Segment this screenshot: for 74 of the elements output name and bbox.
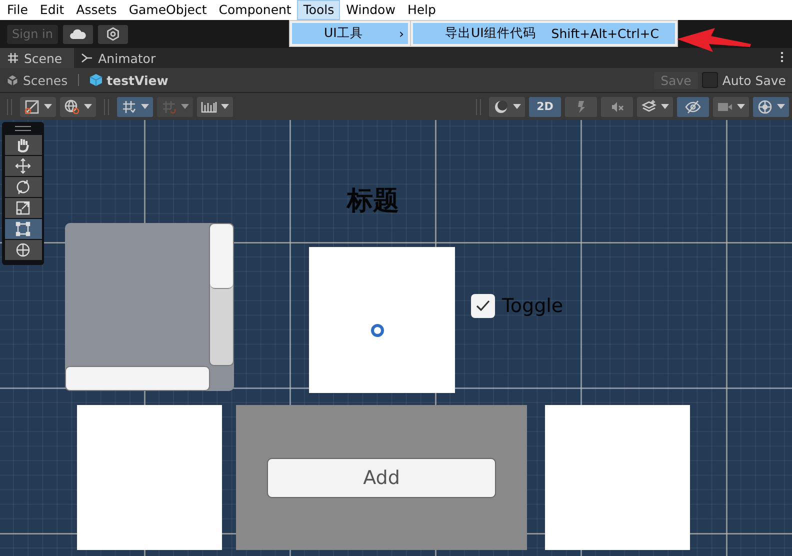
transform-icon xyxy=(15,242,31,258)
cube-icon xyxy=(88,73,103,87)
menu-item[interactable]: Assets xyxy=(70,0,123,20)
gizmo-tool-button[interactable] xyxy=(753,96,789,116)
square-slash-icon xyxy=(24,98,40,114)
title-text: 标题 xyxy=(347,185,399,218)
move-icon xyxy=(15,158,31,174)
crosshair-icon xyxy=(757,98,773,114)
scale-tool-button[interactable] xyxy=(4,198,42,218)
caret-icon xyxy=(44,104,52,109)
move-tool-button[interactable] xyxy=(4,156,42,176)
unity-logo-icon xyxy=(6,74,19,86)
fx-tool-button[interactable] xyxy=(637,96,673,116)
vertical-scrollbar[interactable] xyxy=(209,223,234,366)
caret-icon xyxy=(181,104,189,109)
menu-entry[interactable]: 导出UI组件代码 Shift+Alt+Ctrl+C xyxy=(413,23,675,44)
caret-icon xyxy=(84,104,92,109)
add-button[interactable]: Add xyxy=(267,458,496,498)
eye-off-icon xyxy=(685,98,701,114)
rotate-icon xyxy=(15,179,31,195)
auto-save-checkbox[interactable] xyxy=(702,72,718,88)
caret-icon xyxy=(221,104,229,109)
menu-item[interactable]: Edit xyxy=(34,0,70,20)
shading-icon xyxy=(493,98,509,114)
breadcrumb-current: testView xyxy=(106,72,168,88)
hand-icon xyxy=(15,137,31,153)
breadcrumb-link[interactable]: Scenes xyxy=(23,72,68,88)
caret-icon xyxy=(513,104,521,109)
light-tool-button[interactable] xyxy=(565,96,597,116)
hand-tool-button[interactable] xyxy=(4,135,42,155)
cloud-button[interactable] xyxy=(62,24,93,44)
globe-icon xyxy=(64,98,80,114)
globe-tool-button[interactable] xyxy=(60,96,96,116)
ruler-tool-button[interactable] xyxy=(197,96,233,116)
camera-tool-button[interactable] xyxy=(713,96,749,116)
cloud-icon xyxy=(70,29,86,39)
menu-item[interactable]: Help xyxy=(401,0,442,20)
audio-tool-button[interactable] xyxy=(601,96,633,116)
menu-item[interactable]: Component xyxy=(212,0,298,20)
grid-icon xyxy=(121,98,137,114)
tab[interactable]: Scene xyxy=(0,48,74,68)
rect-tool-button[interactable] xyxy=(4,219,42,239)
toggle-checkbox[interactable] xyxy=(471,294,495,318)
menu-item[interactable]: Tools xyxy=(297,0,340,20)
toggle-label: Toggle xyxy=(502,295,564,317)
transform-tool-button[interactable] xyxy=(4,240,42,260)
scale-icon xyxy=(15,200,31,216)
visibility-tool-button[interactable] xyxy=(677,96,709,116)
caret-icon xyxy=(661,104,669,109)
rect-tool-icon xyxy=(15,221,31,237)
scrollbar-handle[interactable] xyxy=(210,224,233,289)
branch-arrow-icon xyxy=(81,52,94,64)
pivot-icon[interactable] xyxy=(371,324,384,337)
settings-button[interactable] xyxy=(98,24,128,44)
rect-tool-button[interactable] xyxy=(20,96,56,116)
check-icon xyxy=(475,299,491,313)
caret-icon xyxy=(141,104,149,109)
tab[interactable]: Animator xyxy=(74,48,168,68)
layers-icon xyxy=(641,98,657,114)
2d-toggle-button[interactable]: 2D xyxy=(529,96,561,116)
menu-item[interactable]: Window xyxy=(340,0,402,20)
shading-tool-button[interactable] xyxy=(489,96,525,116)
auto-save-label: Auto Save xyxy=(722,72,786,88)
grid-magnet-icon xyxy=(161,98,177,114)
menu-entry[interactable]: UI工具 › xyxy=(292,23,408,44)
hash-icon xyxy=(7,52,19,64)
caret-icon xyxy=(777,104,785,109)
rotate-tool-button[interactable] xyxy=(4,177,42,197)
horizontal-scrollbar[interactable] xyxy=(65,366,210,391)
grid-tool-button[interactable] xyxy=(117,96,153,116)
settings-icon xyxy=(106,27,120,41)
menu-item[interactable]: GameObject xyxy=(122,0,213,20)
menu-item[interactable]: File xyxy=(1,0,34,20)
caret-icon xyxy=(737,104,745,109)
